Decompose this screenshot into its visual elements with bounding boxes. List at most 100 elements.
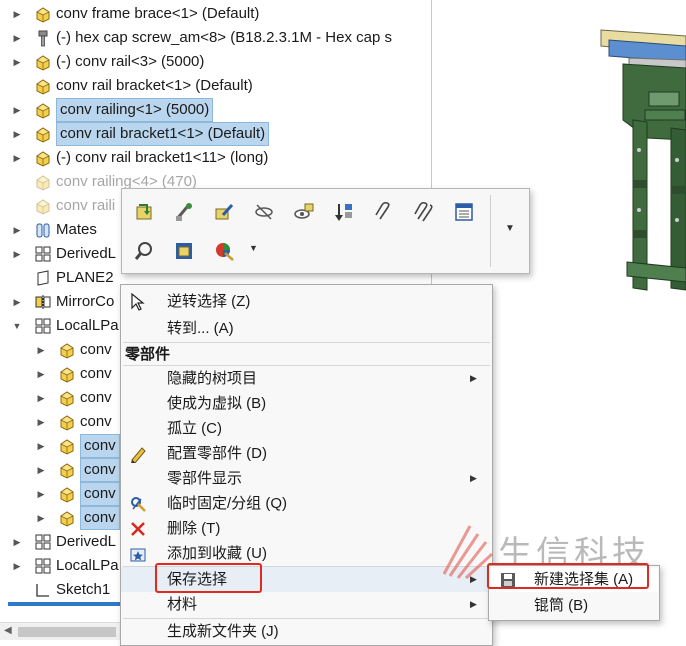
menu-item-configure-component[interactable]: 配置零部件 (D) (121, 441, 492, 466)
expand-arrow-icon[interactable]: ▶ (36, 506, 46, 530)
tree-item-label: PLANE2 (56, 269, 114, 286)
hide-icon[interactable] (250, 198, 278, 226)
tree-item[interactable]: ▶ (-) conv rail bracket1<11> (long) (0, 146, 432, 170)
expand-arrow-icon[interactable]: ▶ (12, 122, 22, 146)
menu-item-material[interactable]: 材料 ▶ (121, 592, 492, 617)
expand-arrow-icon[interactable]: ▶ (12, 50, 22, 74)
show-icon[interactable] (290, 198, 318, 226)
tree-item-label: conv (80, 458, 120, 482)
scroll-left-arrow-icon[interactable]: ◀ (4, 625, 12, 636)
expand-arrow-icon[interactable]: ▶ (36, 410, 46, 434)
part-icon (58, 485, 76, 503)
menu-label: 隐藏的树项目 (167, 370, 258, 387)
tree-item-label: Sketch1 (56, 581, 111, 598)
part-icon (58, 365, 76, 383)
paperclip-multi-icon[interactable] (410, 198, 438, 226)
menu-label: 转到... (A) (167, 320, 234, 337)
plane-icon (34, 269, 52, 287)
toolbar-expand-arrow-icon[interactable]: ▼ (505, 223, 515, 234)
menu-item-temp-fix-group[interactable]: 临时固定/分组 (Q) (121, 491, 492, 516)
expand-arrow-icon[interactable]: ▶ (12, 290, 22, 314)
delete-x-icon (129, 520, 147, 538)
part-icon (34, 53, 52, 71)
expand-arrow-icon[interactable]: ▶ (36, 338, 46, 362)
expand-arrow-icon[interactable]: ▶ (12, 146, 22, 170)
tree-item-label: conv (80, 434, 120, 458)
annotation-box-new-selection-set (487, 563, 649, 589)
expand-arrow-icon[interactable]: ▶ (36, 362, 46, 386)
tree-item-label: DerivedL (56, 245, 117, 262)
collapse-arrow-icon[interactable]: ▼ (12, 314, 22, 338)
menu-item-component-display[interactable]: 零部件显示 ▶ (121, 466, 492, 491)
appearance-icon[interactable] (210, 237, 238, 265)
part-icon (34, 197, 52, 215)
tree-item-label: conv (80, 365, 112, 382)
tree-item[interactable]: ▶ (-) hex cap screw_am<8> (B18.2.3.1M - H… (0, 26, 432, 50)
expand-arrow-icon[interactable]: ▶ (12, 26, 22, 50)
tree-item-label: LocalLPa (56, 317, 119, 334)
tree-item-label: conv (80, 482, 120, 506)
properties-icon[interactable] (450, 198, 478, 226)
submenu-arrow-icon: ▶ (470, 373, 477, 383)
submenu-item-sleeve[interactable]: 锟筒 (B) (490, 594, 658, 618)
tree-item-label: conv (80, 413, 112, 430)
expand-arrow-icon[interactable]: ▶ (36, 482, 46, 506)
pattern-icon (34, 557, 52, 575)
expand-arrow-icon[interactable]: ▶ (12, 530, 22, 554)
reorder-icon[interactable] (330, 198, 358, 226)
insert-part-icon[interactable] (130, 198, 158, 226)
part-icon (34, 125, 52, 143)
pattern-icon (34, 245, 52, 263)
menu-label: 零部件显示 (167, 470, 243, 487)
menu-label: 临时固定/分组 (Q) (167, 495, 287, 512)
isolate-icon[interactable] (170, 237, 198, 265)
expand-arrow-icon[interactable]: ▶ (36, 434, 46, 458)
part-icon (58, 509, 76, 527)
tree-item[interactable]: ▶ conv rail bracket1<1> (Default) (0, 122, 432, 146)
favorites-folder-icon (129, 545, 147, 563)
menu-label: 逆转选择 (Z) (167, 293, 251, 310)
tree-item-label: (-) hex cap screw_am<8> (B18.2.3.1M - He… (56, 29, 392, 46)
annotation-box-save-selection (155, 563, 262, 593)
appearance-dropdown-arrow-icon[interactable]: ▼ (249, 243, 258, 253)
menu-label: 生成新文件夹 (J) (167, 623, 279, 640)
edit-part-icon[interactable] (210, 198, 238, 226)
pencil-icon (129, 445, 147, 463)
menu-label: 材料 (167, 596, 198, 613)
expand-arrow-icon[interactable]: ▶ (12, 2, 22, 26)
scrollbar-thumb[interactable] (18, 627, 116, 637)
mates-icon (34, 221, 52, 239)
part-icon (34, 77, 52, 95)
tree-item[interactable]: ▶ conv railing<1> (5000) (0, 98, 432, 122)
menu-item-make-virtual[interactable]: 使成为虚拟 (B) (121, 391, 492, 416)
menu-item-delete[interactable]: 删除 (T) (121, 516, 492, 541)
tree-item[interactable]: ▶ conv frame brace<1> (Default) (0, 2, 432, 26)
expand-arrow-icon[interactable]: ▶ (36, 458, 46, 482)
context-toolbar: ▼ ▼ (121, 188, 530, 274)
expand-arrow-icon[interactable]: ▶ (12, 242, 22, 266)
tree-item-label: conv railing<1> (5000) (56, 98, 214, 122)
tree-item[interactable]: conv rail bracket<1> (Default) (0, 74, 432, 98)
expand-arrow-icon[interactable]: ▶ (12, 554, 22, 578)
smart-mate-icon[interactable] (170, 198, 198, 226)
fix-group-icon (129, 495, 147, 513)
paperclip-icon[interactable] (370, 198, 398, 226)
tree-item-label: Mates (56, 221, 97, 238)
part-icon (58, 437, 76, 455)
menu-item-hidden-tree-items[interactable]: 隐藏的树项目 ▶ (121, 366, 492, 391)
tree-item-label: (-) conv rail bracket1<11> (long) (56, 149, 269, 166)
menu-item-goto[interactable]: 转到... (A) (121, 316, 492, 341)
tree-item-label: DerivedL (56, 533, 117, 550)
menu-item-new-folder[interactable]: 生成新文件夹 (J) (121, 619, 492, 644)
tree-item[interactable]: ▶ (-) conv rail<3> (5000) (0, 50, 432, 74)
menu-item-isolate[interactable]: 孤立 (C) (121, 416, 492, 441)
expand-arrow-icon[interactable]: ▶ (12, 98, 22, 122)
expand-arrow-icon[interactable]: ▶ (12, 218, 22, 242)
tree-item-label: conv frame brace<1> (Default) (56, 5, 260, 22)
menu-item-invert-selection[interactable]: 逆转选择 (Z) (121, 289, 492, 314)
zoom-to-selection-icon[interactable] (130, 237, 158, 265)
tree-item-label: (-) conv rail<3> (5000) (56, 53, 205, 70)
cursor-icon (129, 293, 147, 311)
sketch-icon (34, 581, 52, 599)
expand-arrow-icon[interactable]: ▶ (36, 386, 46, 410)
